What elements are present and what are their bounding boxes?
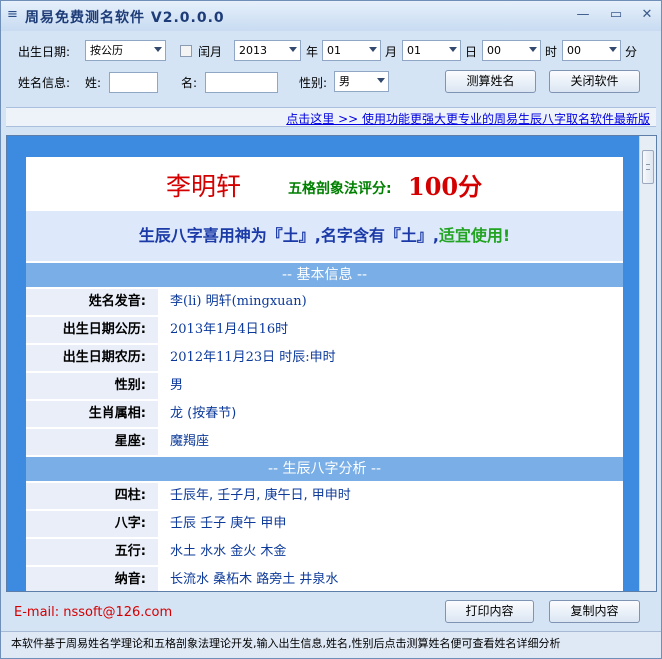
gender-value: 男: [339, 75, 350, 88]
month-unit: 月: [385, 45, 398, 59]
result-view[interactable]: 李明轩 五格剖象法评分: 100分 生辰八字喜用神为『土』,名字含有『土』,适宜…: [6, 135, 657, 592]
info-key: 性别:: [26, 373, 158, 399]
verdict-conclusion: 适宜使用!: [438, 226, 511, 245]
day-value: 01: [407, 44, 421, 57]
verdict-text: 生辰八字喜用神为『土』,名字含有『土』,: [138, 226, 439, 245]
info-value: 李(li) 明轩(mingxuan): [162, 289, 623, 315]
birth-date-label: 出生日期:: [18, 45, 71, 59]
chevron-down-icon: [154, 47, 162, 52]
info-value: 长流水 桑柘木 路旁土 井泉水: [162, 567, 623, 591]
info-value: 壬辰年, 壬子月, 庚午日, 甲申时: [162, 483, 623, 509]
given-name-label: 名:: [181, 76, 198, 90]
contact-email: E-mail: nssoft@126.com: [14, 605, 173, 620]
name-info-label: 姓名信息:: [18, 76, 71, 90]
info-value: 男: [162, 373, 623, 399]
year-select[interactable]: 2013: [234, 40, 301, 61]
info-row: 纳音: 长流水 桑柘木 路旁土 井泉水: [26, 567, 623, 591]
hour-select[interactable]: 00: [482, 40, 541, 61]
close-button[interactable]: ✕: [638, 7, 656, 23]
app-window: ≡ 周易免费测名软件 V2.0.0.0 — ▭ ✕ 出生日期: 按公历 闰月 2…: [0, 0, 662, 659]
given-name-input[interactable]: [205, 72, 278, 93]
info-key: 姓名发音:: [26, 289, 158, 315]
info-row: 性别: 男: [26, 373, 623, 399]
minute-select[interactable]: 00: [562, 40, 621, 61]
info-key: 出生日期公历:: [26, 317, 158, 343]
minute-unit: 分: [625, 45, 638, 59]
info-value: 龙 (按春节): [162, 401, 623, 427]
calendar-type-value: 按公历: [90, 44, 123, 57]
app-menu-icon[interactable]: ≡: [7, 8, 19, 22]
chevron-down-icon: [529, 47, 537, 52]
info-value: 水土 水水 金火 木金: [162, 539, 623, 565]
info-value: 魔羯座: [162, 429, 623, 455]
info-key: 五行:: [26, 539, 158, 565]
gender-select[interactable]: 男: [334, 71, 389, 92]
result-name: 李明轩: [166, 172, 242, 201]
grip-icon: [646, 164, 650, 170]
minute-value: 00: [567, 44, 581, 57]
info-row: 出生日期公历: 2013年1月4日16时: [26, 317, 623, 343]
info-key: 四柱:: [26, 483, 158, 509]
scrollbar-thumb[interactable]: [642, 150, 654, 184]
score-value: 100分: [408, 172, 483, 201]
copy-button[interactable]: 复制内容: [549, 600, 640, 623]
info-value: 2013年1月4日16时: [162, 317, 623, 343]
info-key: 八字:: [26, 511, 158, 537]
maximize-button[interactable]: ▭: [607, 7, 625, 23]
info-row: 姓名发音: 李(li) 明轩(mingxuan): [26, 289, 623, 315]
leap-month-checkbox[interactable]: [180, 45, 192, 57]
print-button[interactable]: 打印内容: [445, 600, 534, 623]
hour-unit: 时: [545, 45, 558, 59]
info-key: 星座:: [26, 429, 158, 455]
info-row: 四柱: 壬辰年, 壬子月, 庚午日, 甲申时: [26, 483, 623, 509]
info-value: 2012年11月23日 时辰:申时: [162, 345, 623, 371]
info-row: 出生日期农历: 2012年11月23日 时辰:申时: [26, 345, 623, 371]
info-row: 八字: 壬辰 壬子 庚午 甲申: [26, 511, 623, 537]
surname-input[interactable]: [109, 72, 158, 93]
info-value: 壬辰 壬子 庚午 甲申: [162, 511, 623, 537]
info-row: 五行: 水土 水水 金火 木金: [26, 539, 623, 565]
result-page: 李明轩 五格剖象法评分: 100分 生辰八字喜用神为『土』,名字含有『土』,适宜…: [26, 157, 623, 591]
promo-link[interactable]: 点击这里 >> 使用功能更强大更专业的周易生辰八字取名软件最新版: [286, 110, 650, 127]
day-select[interactable]: 01: [402, 40, 461, 61]
vertical-scrollbar[interactable]: [639, 136, 656, 591]
surname-label: 姓:: [85, 76, 102, 90]
close-app-button[interactable]: 关闭软件: [549, 70, 640, 93]
basic-info-header: -- 基本信息 --: [26, 263, 623, 287]
window-title: 周易免费测名软件 V2.0.0.0: [25, 10, 225, 26]
info-key: 生肖属相:: [26, 401, 158, 427]
compute-name-button[interactable]: 测算姓名: [445, 70, 536, 93]
info-row: 星座: 魔羯座: [26, 429, 623, 455]
info-key: 纳音:: [26, 567, 158, 591]
info-row: 生肖属相: 龙 (按春节): [26, 401, 623, 427]
chevron-down-icon: [609, 47, 617, 52]
month-select[interactable]: 01: [322, 40, 381, 61]
chevron-down-icon: [289, 47, 297, 52]
year-unit: 年: [306, 45, 319, 59]
title-bar: ≡ 周易免费测名软件 V2.0.0.0 — ▭ ✕: [1, 1, 661, 31]
info-key: 出生日期农历:: [26, 345, 158, 371]
calendar-type-select[interactable]: 按公历: [85, 40, 166, 61]
year-value: 2013: [239, 44, 267, 57]
verdict-banner: 生辰八字喜用神为『土』,名字含有『土』,适宜使用!: [26, 211, 623, 261]
leap-month-label: 闰月: [198, 45, 223, 59]
chevron-down-icon: [377, 78, 385, 83]
chevron-down-icon: [449, 47, 457, 52]
bazi-analysis-header: -- 生辰八字分析 --: [26, 457, 623, 481]
hour-value: 00: [487, 44, 501, 57]
month-value: 01: [327, 44, 341, 57]
chevron-down-icon: [369, 47, 377, 52]
score-label: 五格剖象法评分:: [288, 181, 392, 197]
name-score-row: 李明轩 五格剖象法评分: 100分: [26, 157, 623, 209]
minimize-button[interactable]: —: [574, 7, 592, 23]
day-unit: 日: [465, 45, 478, 59]
link-strip: 点击这里 >> 使用功能更强大更专业的周易生辰八字取名软件最新版: [6, 107, 656, 127]
gender-label: 性别:: [299, 76, 328, 90]
status-bar: 本软件基于周易姓名学理论和五格剖象法理论开发,输入出生信息,姓名,性别后点击测算…: [1, 631, 661, 658]
